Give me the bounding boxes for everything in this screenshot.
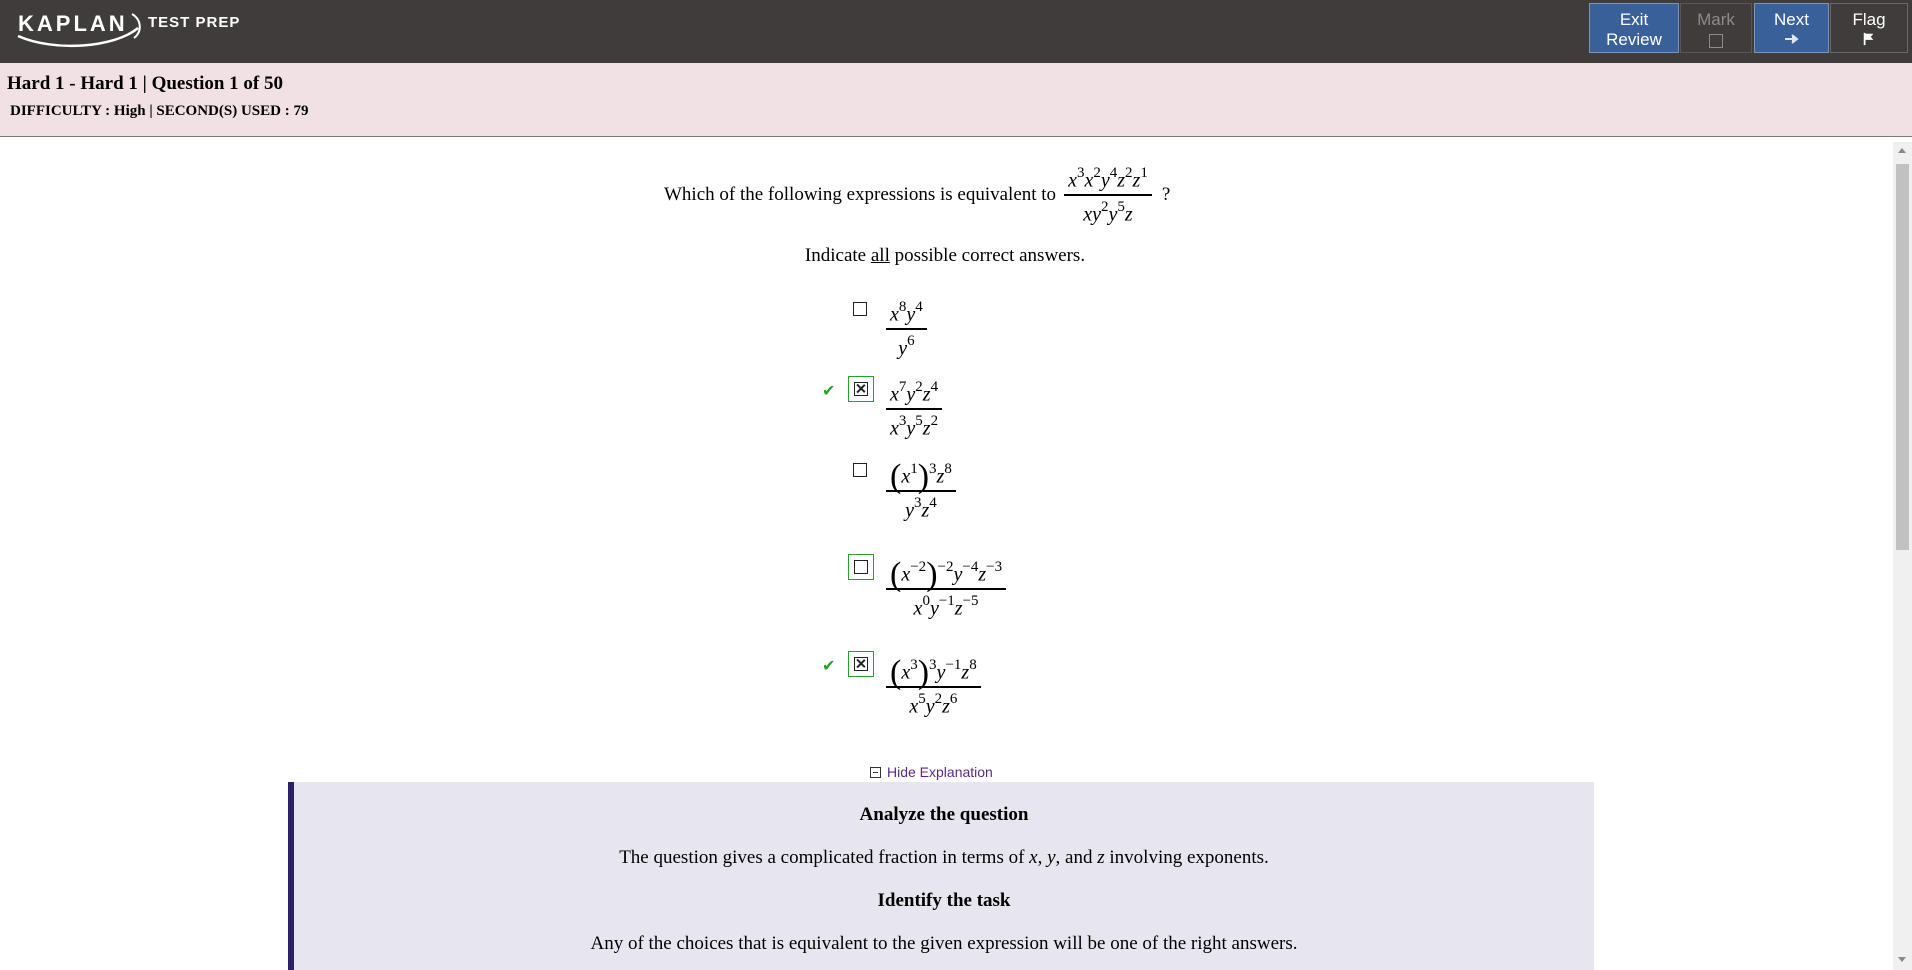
vertical-scrollbar[interactable] <box>1893 142 1912 970</box>
choice-1-checkbox[interactable] <box>848 297 874 323</box>
explanation-text-2: Any of the choices that is equivalent to… <box>590 933 1298 954</box>
mark-button[interactable]: Mark <box>1680 3 1752 53</box>
instruction-text: Indicate all possible correct answers. <box>804 245 1086 266</box>
question-title: Hard 1 - Hard 1 | Question 1 of 50 <box>7 73 283 94</box>
flag-icon <box>1863 32 1874 46</box>
checkbox-empty-icon <box>853 463 867 477</box>
choice-2-checkbox[interactable] <box>848 376 874 402</box>
explanation-text-1: The question gives a complicated fractio… <box>619 847 1269 868</box>
mark-checkbox-icon <box>1709 34 1723 48</box>
top-toolbar: KAPLAN TEST PREP Exit Review Mark Next F… <box>0 0 1912 63</box>
choice-3-expression[interactable]: (x1)3z8 y3z4 <box>886 458 956 523</box>
explanation-heading-1: Analyze the question <box>859 804 1029 825</box>
exit-label-line2: Review <box>1606 30 1662 49</box>
choice-3-checkbox[interactable] <box>848 458 874 484</box>
stem-question-mark: ? <box>1161 184 1171 205</box>
question-stem: Which of the following expressions is eq… <box>664 160 1170 230</box>
hide-explanation-label: Hide Explanation <box>887 764 993 780</box>
scroll-up-arrow-icon[interactable] <box>1898 148 1906 153</box>
question-meta: DIFFICULTY : High | SECOND(S) USED : 79 <box>10 103 309 119</box>
choice-2-expression[interactable]: x7y2z4 x3y5z2 <box>886 376 943 441</box>
correct-checkmark-icon: ✔ <box>822 656 836 675</box>
choice-4-expression[interactable]: (x−2)−2y−4z−3 x0y−1z−5 <box>886 556 1007 621</box>
logo-subtext: TEST PREP <box>148 14 241 31</box>
scroll-down-arrow-icon[interactable] <box>1898 957 1906 962</box>
exit-review-button[interactable]: Exit Review <box>1589 3 1679 53</box>
next-button[interactable]: Next <box>1754 3 1829 53</box>
exit-label-line1: Exit <box>1619 10 1649 29</box>
choice-5-checkbox[interactable] <box>848 651 874 677</box>
choice-5-expression[interactable]: (x3)3y−1z8 x5y2z6 <box>886 654 981 719</box>
checkbox-checked-icon <box>854 382 868 396</box>
explanation-panel: Analyze the question The question gives … <box>288 782 1594 970</box>
collapse-icon <box>870 766 881 778</box>
choice-4-checkbox[interactable] <box>848 554 874 580</box>
instruction-underline: all <box>870 245 890 266</box>
stem-expression: x3x2y4z2z1 xy2y5z <box>1064 162 1152 227</box>
mark-label: Mark <box>1697 10 1735 29</box>
next-label: Next <box>1774 10 1809 29</box>
hide-explanation-toggle[interactable]: Hide Explanation <box>870 764 993 780</box>
stem-text: Which of the following expressions is eq… <box>664 184 1057 205</box>
logo-wordmark: KAPLAN <box>18 11 128 36</box>
scroll-thumb[interactable] <box>1896 164 1909 550</box>
choice-1-expression[interactable]: x8y4 y6 <box>886 296 927 361</box>
checkbox-empty-icon <box>853 302 867 316</box>
correct-checkmark-icon: ✔ <box>822 381 836 400</box>
checkbox-checked-icon <box>854 657 868 671</box>
explanation-heading-2: Identify the task <box>877 890 1011 911</box>
arrow-right-icon <box>1784 34 1799 44</box>
question-header: Hard 1 - Hard 1 | Question 1 of 50 DIFFI… <box>0 63 1912 137</box>
flag-button[interactable]: Flag <box>1830 3 1908 53</box>
checkbox-empty-icon <box>854 560 868 574</box>
flag-label: Flag <box>1852 10 1886 29</box>
